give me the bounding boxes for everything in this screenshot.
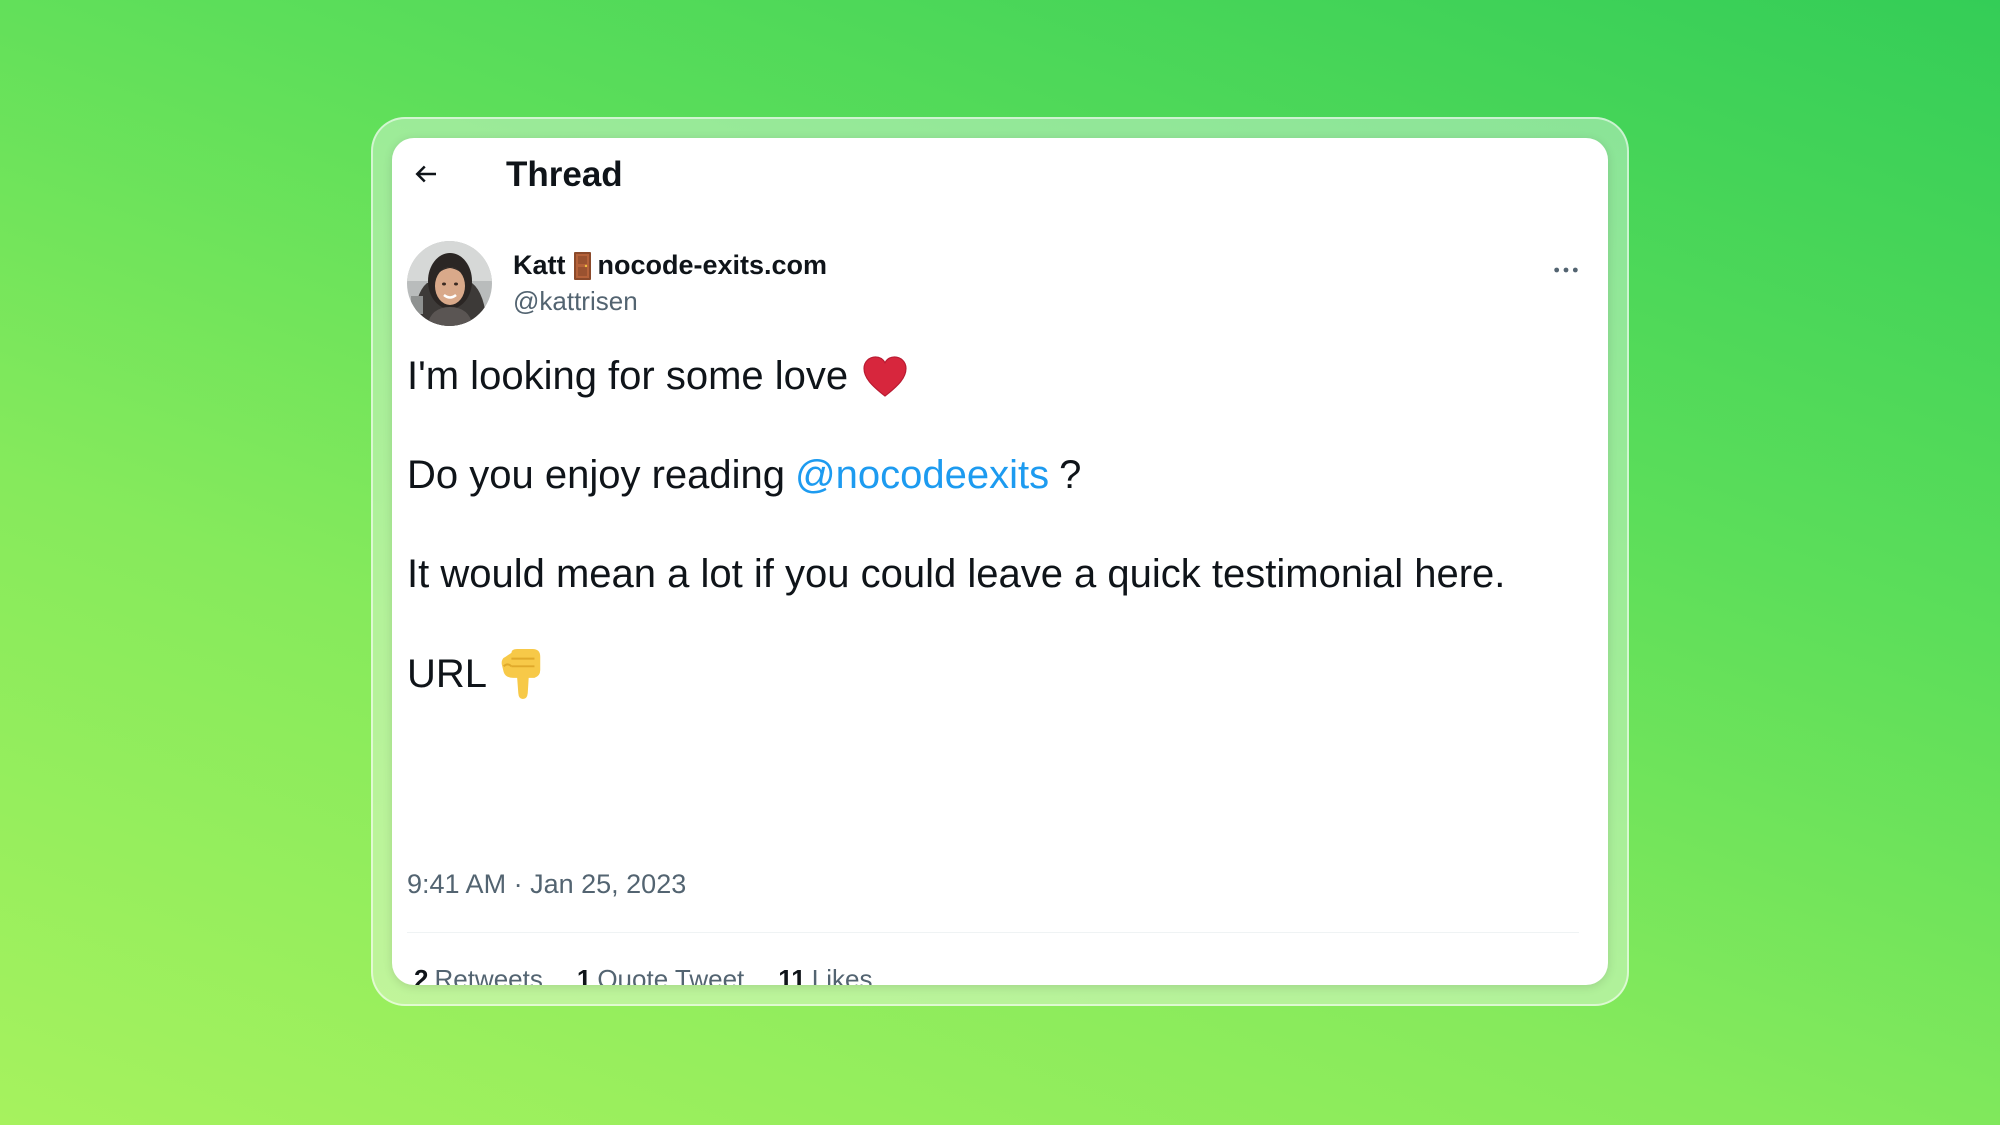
page-title: Thread: [506, 155, 623, 194]
author-info: Katt nocode-exits.com @kattrisen: [513, 248, 827, 319]
red-heart-emoji: [863, 356, 907, 397]
engagement-stats: 2 Retweets 1 Quote Tweet 11 Likes: [414, 964, 906, 985]
thread-header: Thread: [392, 138, 1608, 208]
quote-tweets-label: Quote Tweet: [597, 964, 745, 985]
tweet-card: Thread Katt nocode-exits.com @kattrisen …: [392, 138, 1608, 985]
more-horizontal-icon: [1554, 267, 1578, 273]
tweet-text-2: Do you enjoy reading: [407, 453, 786, 497]
tweet-text-2-suffix: ?: [1059, 453, 1082, 497]
back-button[interactable]: [404, 152, 448, 196]
retweets-count: 2: [414, 964, 429, 985]
likes-count: 11: [778, 964, 806, 985]
tweet-text-3: It would mean a lot if you could leave a…: [407, 552, 1506, 596]
arrow-left-icon: [415, 165, 436, 183]
retweets-stat[interactable]: 2 Retweets: [414, 964, 543, 985]
tweet-line-1: I'm looking for some love: [407, 352, 908, 400]
backhand-index-pointing-down-emoji: [501, 649, 541, 699]
author-handle[interactable]: @kattrisen: [513, 285, 827, 319]
tweet-date[interactable]: Jan 25, 2023: [530, 869, 686, 899]
avatar-photo: [407, 241, 492, 326]
avatar[interactable]: [407, 241, 492, 326]
door-emoji: [573, 251, 591, 280]
tweet-line-3: It would mean a lot if you could leave a…: [407, 550, 1505, 598]
tweet-time[interactable]: 9:41 AM: [407, 869, 506, 899]
tweet-line-4: URL: [407, 649, 543, 699]
author-display-name[interactable]: Katt nocode-exits.com: [513, 248, 827, 283]
mention-link[interactable]: @nocodeexits: [795, 451, 1049, 499]
tweet-timestamp: 9:41 AM · Jan 25, 2023: [407, 869, 686, 900]
quote-tweets-stat[interactable]: 1 Quote Tweet: [577, 964, 744, 985]
tweet-text-1: I'm looking for some love: [407, 354, 849, 398]
likes-stat[interactable]: 11 Likes: [778, 964, 872, 985]
quote-tweets-count: 1: [576, 964, 592, 985]
likes-label: Likes: [811, 964, 873, 985]
divider-top: [407, 932, 1579, 933]
tweet-line-2: Do you enjoy reading @nocodeexits ?: [407, 451, 1081, 499]
retweets-label: Retweets: [434, 964, 543, 985]
author-site: nocode-exits.com: [597, 250, 828, 280]
more-options-button[interactable]: [1544, 248, 1588, 292]
author-name: Katt: [513, 250, 566, 280]
tweet-text-4[interactable]: URL: [407, 650, 487, 698]
timestamp-separator: ·: [513, 869, 523, 899]
